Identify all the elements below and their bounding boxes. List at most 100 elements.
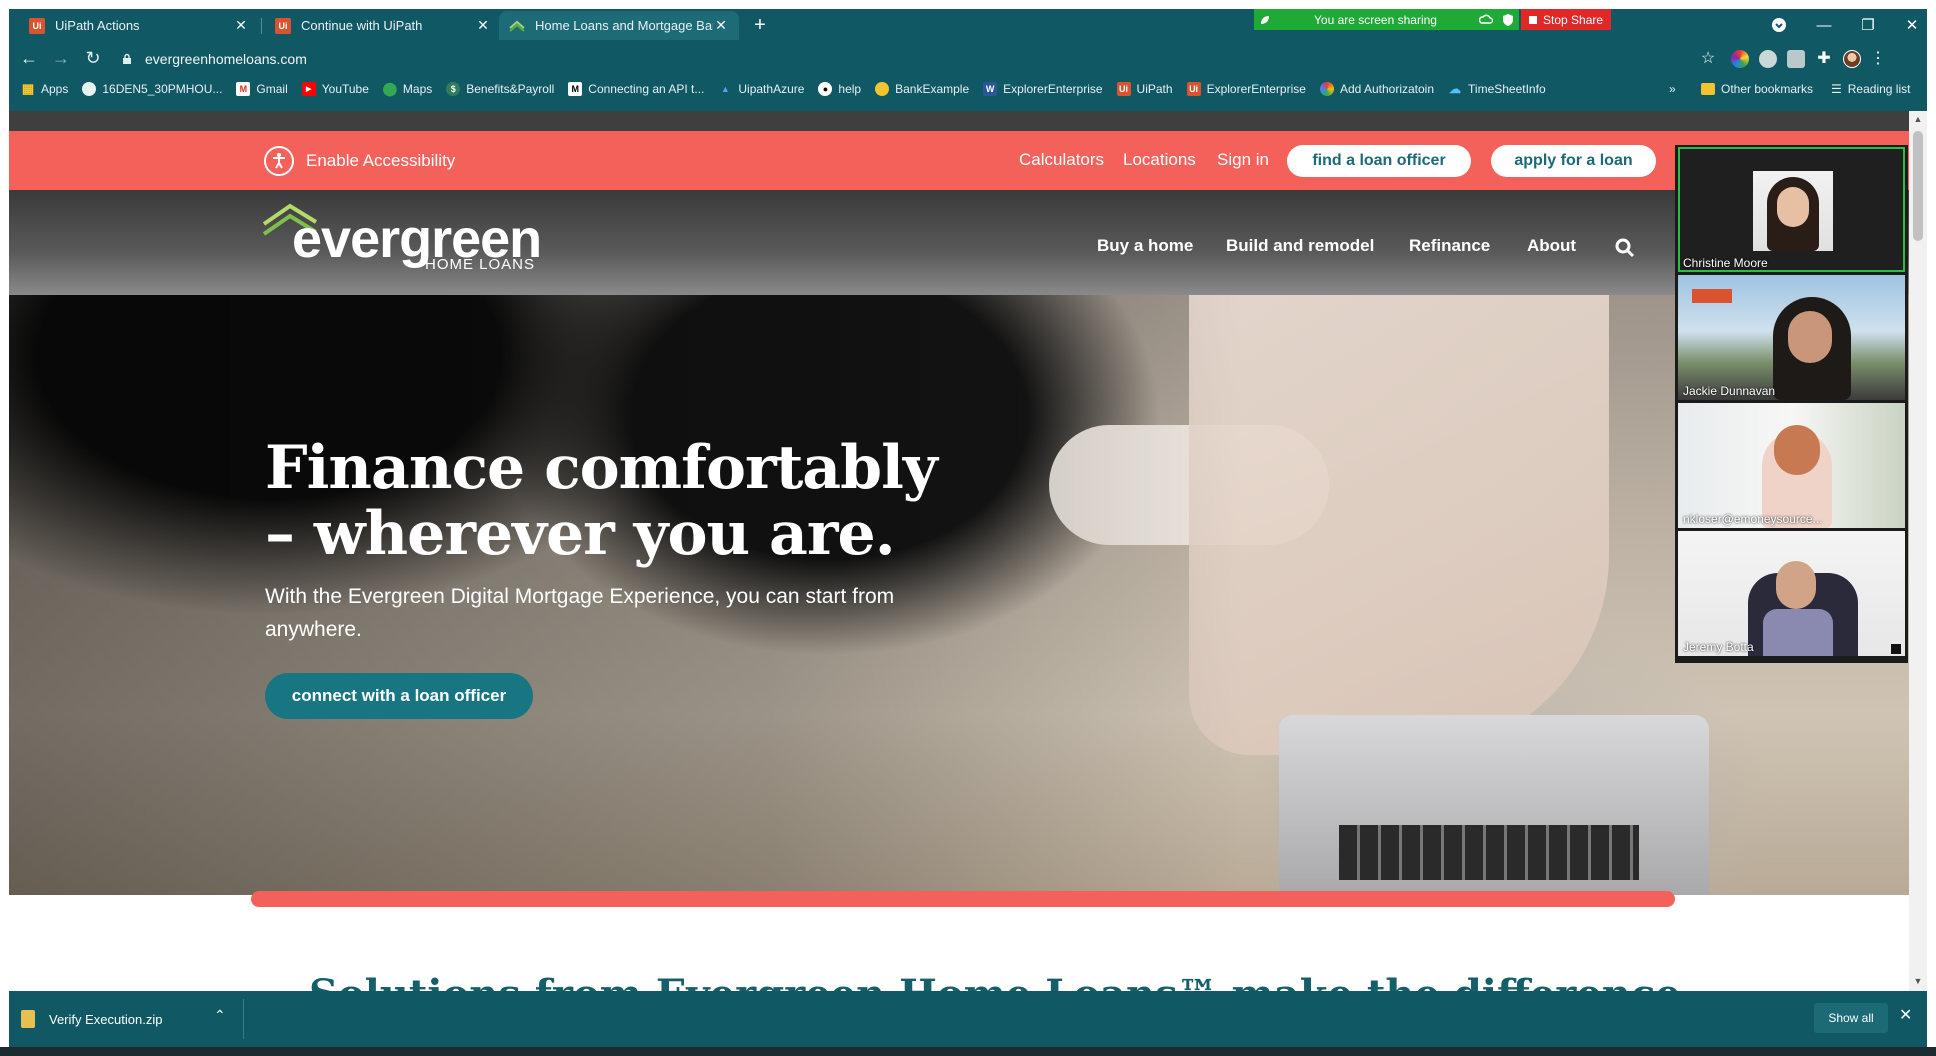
close-icon[interactable]: ✕ bbox=[1899, 1005, 1912, 1025]
locations-link[interactable]: Locations bbox=[1123, 150, 1196, 170]
find-loan-officer-button[interactable]: find a loan officer bbox=[1287, 145, 1471, 177]
nav-refinance[interactable]: Refinance bbox=[1409, 236, 1490, 256]
extensions-puzzle-icon[interactable]: ✚ bbox=[1815, 50, 1833, 68]
menu-kebab-icon[interactable]: ⋮ bbox=[1869, 50, 1887, 68]
bookmark-explorerenterprise-2[interactable]: Ui ExplorerEnterprise bbox=[1186, 82, 1306, 96]
uipath-icon: Ui bbox=[1116, 82, 1131, 96]
bookmark-16den5[interactable]: 16DEN5_30PMHOU... bbox=[82, 82, 222, 96]
new-tab-button[interactable]: + bbox=[749, 15, 771, 37]
bookmark-timesheetinfo[interactable]: ☁ TimeSheetInfo bbox=[1448, 82, 1546, 96]
restore-icon: ❐ bbox=[1861, 17, 1875, 34]
address-bar[interactable]: evergreenhomeloans.com bbox=[121, 49, 307, 69]
search-icon[interactable] bbox=[1615, 238, 1635, 258]
bookmarks-overflow-button[interactable]: » bbox=[1669, 76, 1676, 102]
maps-icon: ⬤ bbox=[382, 81, 398, 96]
close-tab-icon[interactable]: ✕ bbox=[713, 17, 729, 34]
forward-button[interactable]: → bbox=[49, 46, 73, 70]
extension-icon-2[interactable] bbox=[1787, 50, 1805, 68]
participant-name: Jackie Dunnavan bbox=[1683, 384, 1776, 398]
participant-tile[interactable]: Christine Moore bbox=[1678, 147, 1905, 272]
cloud-icon: ☁ bbox=[1449, 82, 1462, 96]
minimize-button[interactable]: — bbox=[1804, 13, 1844, 37]
nav-build-remodel[interactable]: Build and remodel bbox=[1226, 236, 1374, 256]
page-viewport: Enable Accessibility Calculators Locatio… bbox=[9, 111, 1909, 991]
participant-name: nkloser@emoneysource... bbox=[1683, 512, 1823, 526]
bookmark-uipathazure[interactable]: ▲ UipathAzure bbox=[718, 82, 805, 96]
bookmark-benefits[interactable]: $ Benefits&Payroll bbox=[446, 82, 554, 96]
participant-tile[interactable]: nkloser@emoneysource... bbox=[1678, 403, 1905, 528]
word-icon: W bbox=[983, 82, 998, 96]
stop-share-button[interactable]: Stop Share bbox=[1521, 9, 1611, 30]
bookmark-help[interactable]: ● help bbox=[818, 82, 861, 96]
bookmark-maps[interactable]: ⬤ Maps bbox=[382, 81, 433, 96]
youtube-icon: ▶ bbox=[301, 82, 316, 96]
profile-avatar[interactable] bbox=[1843, 50, 1861, 68]
accent-bar bbox=[251, 891, 1675, 907]
apply-loan-button[interactable]: apply for a loan bbox=[1491, 145, 1656, 177]
scroll-up-icon[interactable]: ▲ bbox=[1912, 114, 1924, 126]
apps-grid-icon: ▦ bbox=[21, 81, 35, 96]
main-nav: evergreen HOME LOANS Buy a home Build an… bbox=[9, 190, 1909, 295]
extension-icon[interactable] bbox=[1759, 50, 1777, 68]
evergreen-logo[interactable]: evergreen HOME LOANS bbox=[262, 202, 542, 280]
show-all-button[interactable]: Show all bbox=[1814, 1003, 1888, 1033]
other-bookmarks[interactable]: Other bookmarks bbox=[1701, 76, 1813, 102]
bookmark-explorerenterprise[interactable]: W ExplorerEnterprise bbox=[983, 82, 1103, 96]
bookmark-label: help bbox=[838, 82, 862, 96]
bookmark-connecting-api[interactable]: M Connecting an API t... bbox=[568, 82, 704, 96]
accessibility-label: Enable Accessibility bbox=[306, 151, 456, 170]
payroll-icon: $ bbox=[446, 82, 461, 96]
bookmark-bankexample[interactable]: BankExample bbox=[875, 82, 969, 96]
close-tab-icon[interactable]: ✕ bbox=[475, 17, 491, 34]
tab-uipath-actions[interactable]: Ui UiPath Actions ✕ bbox=[19, 11, 259, 40]
hero-title: Finance comfortably – wherever you are. bbox=[265, 433, 938, 569]
logo-subtitle: HOME LOANS bbox=[425, 256, 536, 273]
accessibility-icon bbox=[264, 146, 294, 176]
bookmark-label: Connecting an API t... bbox=[588, 82, 705, 96]
bookmark-label: ExplorerEnterprise bbox=[1003, 82, 1103, 96]
cloud-icon bbox=[1479, 14, 1493, 24]
participant-face bbox=[1777, 187, 1809, 227]
bookmark-apps[interactable]: ▦ Apps bbox=[21, 81, 69, 96]
bookmark-label: Add Authorizatoin bbox=[1339, 82, 1435, 96]
bookmark-label: Maps bbox=[402, 82, 433, 96]
color-extension-icon[interactable] bbox=[1731, 50, 1749, 68]
other-bookmarks-label: Other bookmarks bbox=[1721, 82, 1814, 96]
bookmark-gmail[interactable]: M Gmail bbox=[236, 82, 288, 96]
restore-button[interactable]: ❐ bbox=[1848, 13, 1888, 37]
reload-button[interactable]: ↻ bbox=[81, 46, 105, 70]
signin-link[interactable]: Sign in bbox=[1217, 150, 1269, 170]
scroll-thumb[interactable] bbox=[1913, 131, 1923, 241]
reading-list[interactable]: ☰ Reading list bbox=[1831, 76, 1910, 102]
bookmark-youtube[interactable]: ▶ YouTube bbox=[301, 82, 369, 96]
bookmark-add-authorization[interactable]: Add Authorizatoin bbox=[1319, 82, 1435, 96]
solutions-heading: Solutions from Evergreen Home Loans™ mak… bbox=[309, 971, 1681, 991]
bookmark-label: Benefits&Payroll bbox=[466, 82, 555, 96]
chevron-up-icon[interactable]: ⌃ bbox=[214, 1007, 226, 1024]
connect-loan-officer-button[interactable]: connect with a loan officer bbox=[265, 673, 533, 719]
back-button[interactable]: ← bbox=[17, 46, 41, 70]
participant-photo bbox=[1753, 171, 1833, 251]
scroll-down-icon[interactable]: ▼ bbox=[1912, 976, 1924, 988]
bookmark-star-icon[interactable]: ☆ bbox=[1699, 50, 1717, 68]
calculators-link[interactable]: Calculators bbox=[1019, 150, 1104, 170]
enable-accessibility-button[interactable]: Enable Accessibility bbox=[264, 146, 455, 176]
gmail-icon: M bbox=[236, 82, 251, 96]
azure-icon: ▲ bbox=[720, 84, 730, 94]
tab-evergreen[interactable]: Home Loans and Mortgage Bank ✕ bbox=[499, 11, 739, 40]
close-window-button[interactable]: ✕ bbox=[1892, 13, 1932, 37]
close-tab-icon[interactable]: ✕ bbox=[233, 17, 249, 34]
nav-buy-home[interactable]: Buy a home bbox=[1097, 236, 1193, 256]
participant-tile[interactable]: Jeremy Botta bbox=[1678, 531, 1905, 656]
download-item[interactable]: Verify Execution.zip bbox=[21, 999, 162, 1039]
tab-search-button[interactable] bbox=[1759, 13, 1799, 37]
tab-continue-uipath[interactable]: Ui Continue with UiPath ✕ bbox=[265, 11, 501, 40]
bookmark-uipath[interactable]: Ui UiPath bbox=[1116, 82, 1173, 96]
participant-tile[interactable]: Jackie Dunnavan bbox=[1678, 275, 1905, 400]
uipath-icon bbox=[1692, 289, 1732, 303]
page-scrollbar[interactable]: ▲ ▼ bbox=[1909, 111, 1927, 991]
nav-about[interactable]: About bbox=[1527, 236, 1576, 256]
tab-title: UiPath Actions bbox=[55, 18, 140, 33]
github-icon: ● bbox=[818, 82, 833, 96]
bookmark-label: YouTube bbox=[321, 82, 369, 96]
